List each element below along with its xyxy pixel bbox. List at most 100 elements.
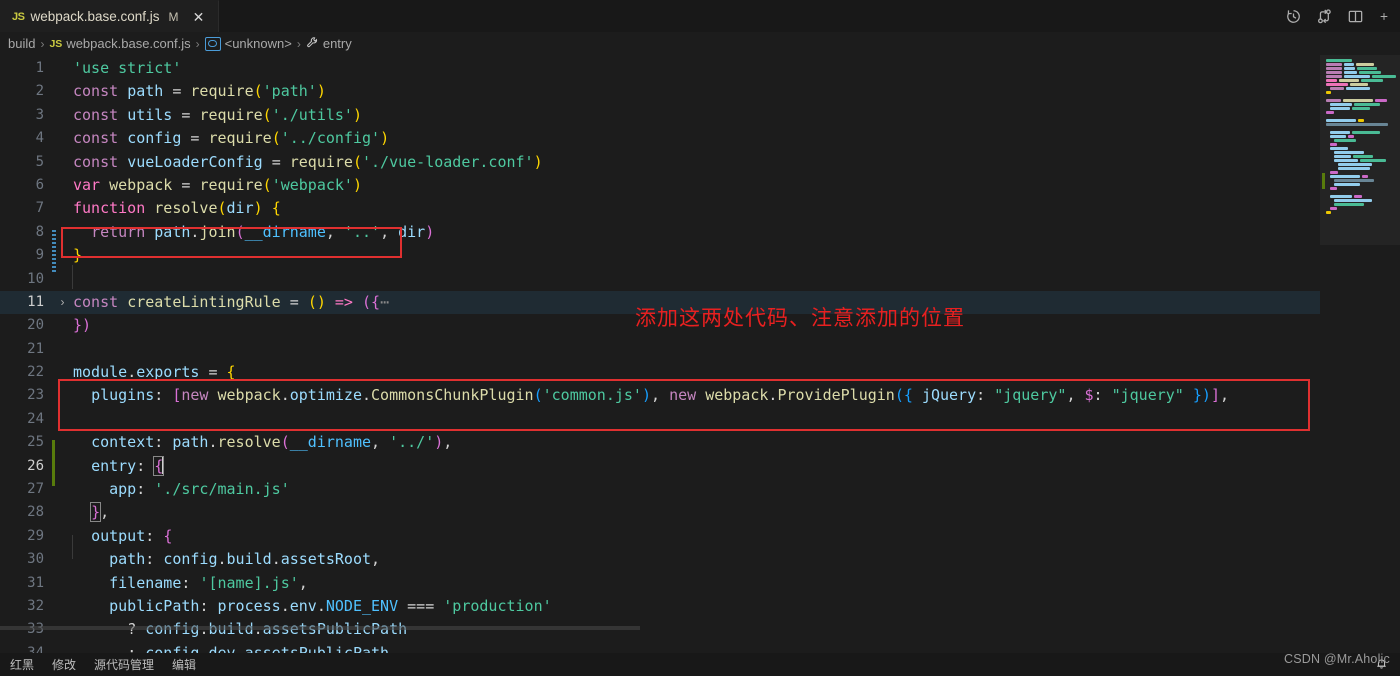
code-line[interactable]: 5 const vueLoaderConfig = require('./vue… <box>0 151 1400 174</box>
line-number: 2 <box>35 83 44 100</box>
code-line[interactable]: 22 module.exports = { <box>0 361 1400 384</box>
code-line[interactable]: 29 output: { <box>0 525 1400 548</box>
code-line[interactable]: 28 }, <box>0 501 1400 524</box>
code-line[interactable]: 3 const utils = require('./utils') <box>0 104 1400 127</box>
line-number: 34 <box>27 644 44 653</box>
breadcrumb-item-build[interactable]: build <box>8 36 35 51</box>
line-number: 3 <box>35 106 44 123</box>
line-number: 33 <box>0 618 56 641</box>
status-bar: 红黑 修改 源代码管理 编辑 <box>0 653 1400 676</box>
line-content: output: { <box>91 526 173 545</box>
text-cursor <box>162 456 164 474</box>
tab-close-icon[interactable]: ✕ <box>190 10 208 24</box>
status-item-1[interactable]: 修改 <box>52 656 76 673</box>
chevron-right-fold-icon[interactable]: › <box>56 291 69 314</box>
line-content: : config.dev.assetsPublicPath <box>127 643 390 653</box>
annotation-note: 添加这两处代码、注意添加的位置 <box>635 306 965 330</box>
tab-webpack-base-conf-js[interactable]: JS webpack.base.conf.js M ✕ <box>0 0 219 32</box>
split-editor-icon[interactable] <box>1347 8 1364 25</box>
line-content: function resolve(dir) { <box>73 199 281 218</box>
line-content: } <box>73 246 83 265</box>
line-number: 27 <box>27 481 44 498</box>
code-line[interactable]: 23 plugins: [new webpack.optimize.Common… <box>0 384 1400 407</box>
line-number: 4 <box>35 130 44 147</box>
line-content: var webpack = require('webpack') <box>73 175 362 194</box>
editor-actions <box>1285 0 1400 32</box>
breadcrumb-item-file[interactable]: JS webpack.base.conf.js <box>49 36 190 51</box>
module-icon <box>204 36 221 51</box>
breadcrumb-item-unknown[interactable]: <unknown> <box>204 36 292 51</box>
line-number: 28 <box>27 504 44 521</box>
status-item-2[interactable]: 源代码管理 <box>94 656 154 673</box>
compare-changes-icon[interactable] <box>1316 8 1333 25</box>
code-line[interactable]: 4 const config = require('../config') <box>0 127 1400 150</box>
line-content: path: config.build.assetsRoot, <box>109 550 381 569</box>
code-line[interactable]: 2 const path = require('path') <box>0 80 1400 103</box>
line-content: context: path.resolve(__dirname, '../'), <box>91 433 453 452</box>
line-content: }, <box>90 502 110 523</box>
code-line[interactable]: 32 publicPath: process.env.NODE_ENV === … <box>0 595 1400 618</box>
code-line[interactable]: 30 path: config.build.assetsRoot, <box>0 548 1400 571</box>
code-line[interactable]: 7 function resolve(dir) { <box>0 197 1400 220</box>
line-content: const utils = require('./utils') <box>73 105 362 124</box>
status-item-3[interactable]: 编辑 <box>172 656 196 673</box>
line-content: const config = require('../config') <box>73 129 390 148</box>
line-number: 9 <box>35 247 44 264</box>
breadcrumb: build › JS webpack.base.conf.js › <unkno… <box>0 32 1400 55</box>
code-line[interactable]: 6 var webpack = require('webpack') <box>0 174 1400 197</box>
line-content: module.exports = { <box>73 363 236 382</box>
wrench-icon <box>306 36 319 52</box>
line-content: entry: { <box>91 455 165 476</box>
line-number: 30 <box>27 551 44 568</box>
line-content: plugins: [new webpack.optimize.CommonsCh… <box>91 386 1229 405</box>
code-line[interactable]: 34 : config.dev.assetsPublicPath <box>0 642 1400 653</box>
js-file-icon: JS <box>49 37 63 50</box>
code-line-active[interactable]: 26 entry: { <box>0 455 1400 478</box>
editor-tab-bar: JS webpack.base.conf.js M ✕ <box>0 0 1400 32</box>
horizontal-scrollbar-thumb[interactable] <box>0 626 640 630</box>
timeline-history-icon[interactable] <box>1285 8 1302 25</box>
line-number: 5 <box>35 153 44 170</box>
line-number: 20 <box>27 317 44 334</box>
breadcrumb-separator-icon: › <box>296 36 301 51</box>
code-lines: 1 'use strict' 2 const path = require('p… <box>0 55 1400 653</box>
tab-dirty-indicator: M <box>168 9 179 24</box>
code-line[interactable]: 27 app: './src/main.js' <box>0 478 1400 501</box>
tab-bar-empty-space <box>218 0 1285 32</box>
line-content: const vueLoaderConfig = require('./vue-l… <box>73 152 543 171</box>
horizontal-scrollbar[interactable] <box>0 626 1320 630</box>
line-number: 7 <box>35 200 44 217</box>
code-line[interactable]: 21 <box>0 338 1400 361</box>
code-line[interactable]: 9 } <box>0 244 1400 267</box>
code-line[interactable]: 24 <box>0 408 1400 431</box>
minimap[interactable] <box>1320 55 1400 653</box>
code-editor[interactable]: 1 'use strict' 2 const path = require('p… <box>0 55 1400 653</box>
line-content: ? config.build.assetsPublicPath <box>69 618 1400 641</box>
line-number: 6 <box>35 176 44 193</box>
code-line[interactable]: 10 <box>0 268 1400 291</box>
line-number: 26 <box>27 457 44 474</box>
line-number: 24 <box>27 410 44 427</box>
line-number: 1 <box>35 60 44 76</box>
breadcrumb-separator-icon: › <box>40 36 45 51</box>
code-line[interactable]: 1 'use strict' <box>0 57 1400 80</box>
breadcrumb-label-entry: entry <box>322 36 352 51</box>
line-content: 'use strict' <box>73 59 182 77</box>
line-content: publicPath: process.env.NODE_ENV === 'pr… <box>109 596 552 615</box>
line-content: return path.join(__dirname, '..', dir) <box>91 222 435 241</box>
line-number: 25 <box>27 434 44 451</box>
code-line[interactable]: 31 filename: '[name].js', <box>0 572 1400 595</box>
line-number: 8 <box>35 223 44 240</box>
breadcrumb-item-entry[interactable]: entry <box>306 36 352 52</box>
code-line[interactable]: 33 ? config.build.assetsPublicPath <box>0 618 1400 641</box>
line-number: 21 <box>27 340 44 357</box>
js-file-icon: JS <box>12 10 25 23</box>
line-content: filename: '[name].js', <box>109 573 308 592</box>
line-content: const path = require('path') <box>73 82 326 101</box>
breadcrumb-label-build: build <box>8 36 36 51</box>
status-item-0[interactable]: 红黑 <box>10 656 34 673</box>
more-actions-icon[interactable] <box>1378 8 1390 25</box>
code-line[interactable]: 25 context: path.resolve(__dirname, '../… <box>0 431 1400 454</box>
code-line[interactable]: 8 return path.join(__dirname, '..', dir) <box>0 221 1400 244</box>
line-number: 31 <box>27 574 44 591</box>
